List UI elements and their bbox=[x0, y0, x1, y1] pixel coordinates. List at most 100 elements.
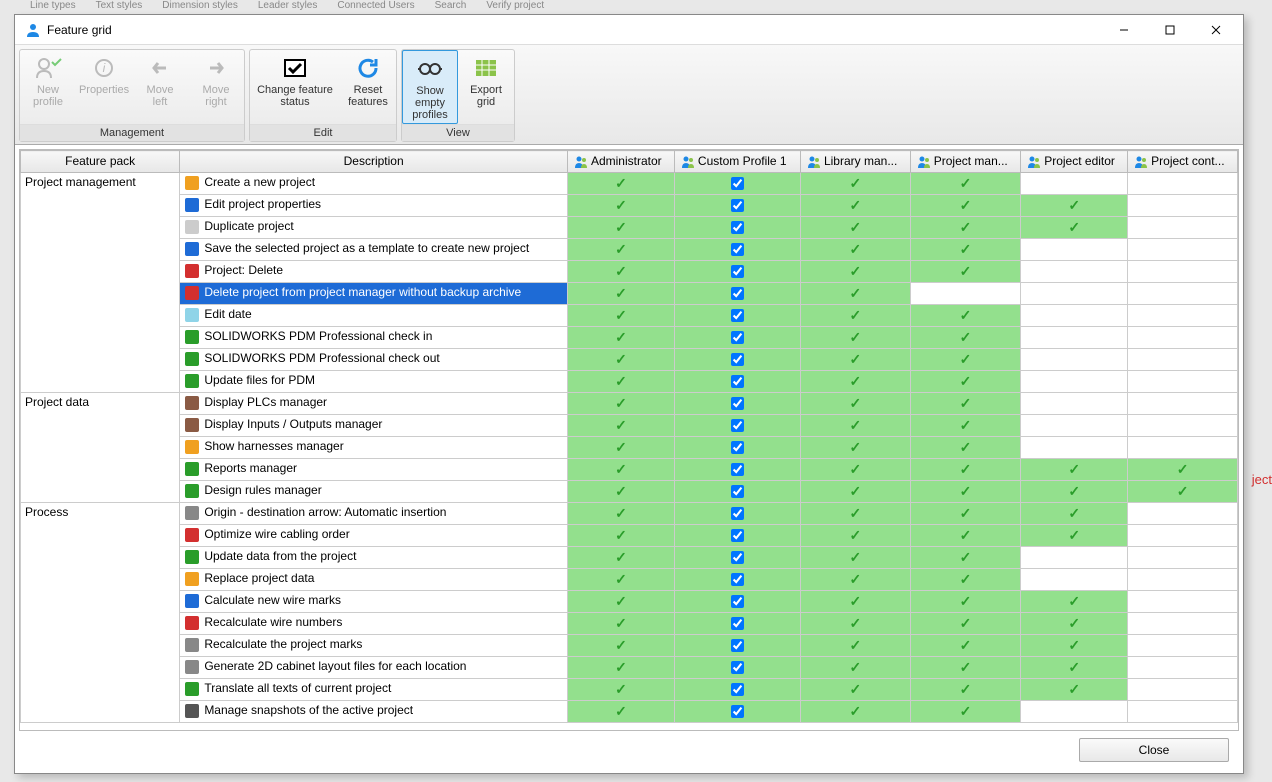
table-row[interactable]: Show harnesses manager✓✓✓ bbox=[21, 436, 1238, 458]
permission-cell[interactable] bbox=[1128, 260, 1238, 282]
permission-checkbox[interactable] bbox=[731, 661, 744, 674]
permission-cell[interactable] bbox=[674, 612, 800, 634]
permission-cell[interactable] bbox=[1128, 172, 1238, 194]
permission-cell[interactable] bbox=[674, 260, 800, 282]
table-row[interactable]: Calculate new wire marks✓✓✓✓ bbox=[21, 590, 1238, 612]
permission-cell[interactable]: ✓ bbox=[567, 458, 674, 480]
permission-checkbox[interactable] bbox=[731, 309, 744, 322]
description-cell[interactable]: Recalculate the project marks bbox=[180, 634, 568, 656]
close-window-button[interactable] bbox=[1193, 16, 1239, 44]
table-row[interactable]: Edit project properties✓✓✓✓ bbox=[21, 194, 1238, 216]
permission-cell[interactable] bbox=[674, 282, 800, 304]
permission-cell[interactable]: ✓ bbox=[800, 612, 910, 634]
permission-cell[interactable]: ✓ bbox=[910, 678, 1020, 700]
table-row[interactable]: Translate all texts of current project✓✓… bbox=[21, 678, 1238, 700]
permission-cell[interactable] bbox=[1128, 568, 1238, 590]
table-row[interactable]: Project: Delete✓✓✓ bbox=[21, 260, 1238, 282]
permission-cell[interactable]: ✓ bbox=[567, 282, 674, 304]
description-cell[interactable]: Show harnesses manager bbox=[180, 436, 568, 458]
permission-cell[interactable]: ✓ bbox=[1021, 480, 1128, 502]
description-cell[interactable]: SOLIDWORKS PDM Professional check out bbox=[180, 348, 568, 370]
table-row[interactable]: Update files for PDM✓✓✓ bbox=[21, 370, 1238, 392]
column-profile-3[interactable]: Project man... bbox=[910, 151, 1020, 173]
permission-cell[interactable]: ✓ bbox=[800, 656, 910, 678]
permission-cell[interactable] bbox=[1021, 282, 1128, 304]
permission-cell[interactable]: ✓ bbox=[567, 502, 674, 524]
permission-cell[interactable]: ✓ bbox=[910, 546, 1020, 568]
permission-cell[interactable]: ✓ bbox=[910, 326, 1020, 348]
permission-cell[interactable]: ✓ bbox=[800, 480, 910, 502]
description-cell[interactable]: Manage snapshots of the active project bbox=[180, 700, 568, 722]
permission-cell[interactable]: ✓ bbox=[910, 634, 1020, 656]
permission-cell[interactable] bbox=[1021, 348, 1128, 370]
table-row[interactable]: Edit date✓✓✓ bbox=[21, 304, 1238, 326]
permission-cell[interactable]: ✓ bbox=[567, 392, 674, 414]
permission-cell[interactable]: ✓ bbox=[800, 414, 910, 436]
permission-checkbox[interactable] bbox=[731, 397, 744, 410]
table-row[interactable]: Duplicate project✓✓✓✓ bbox=[21, 216, 1238, 238]
permission-cell[interactable] bbox=[1128, 700, 1238, 722]
permission-cell[interactable] bbox=[1128, 194, 1238, 216]
permission-cell[interactable]: ✓ bbox=[910, 414, 1020, 436]
permission-cell[interactable] bbox=[1128, 216, 1238, 238]
permission-cell[interactable]: ✓ bbox=[567, 546, 674, 568]
table-row[interactable]: Manage snapshots of the active project✓✓… bbox=[21, 700, 1238, 722]
permission-cell[interactable]: ✓ bbox=[567, 260, 674, 282]
permission-checkbox[interactable] bbox=[731, 485, 744, 498]
permission-cell[interactable]: ✓ bbox=[910, 590, 1020, 612]
table-row[interactable]: Generate 2D cabinet layout files for eac… bbox=[21, 656, 1238, 678]
permission-cell[interactable] bbox=[674, 480, 800, 502]
table-row[interactable]: Reports manager✓✓✓✓✓ bbox=[21, 458, 1238, 480]
permission-cell[interactable]: ✓ bbox=[800, 260, 910, 282]
permission-cell[interactable]: ✓ bbox=[1021, 634, 1128, 656]
permission-checkbox[interactable] bbox=[731, 287, 744, 300]
column-profile-1[interactable]: Custom Profile 1 bbox=[674, 151, 800, 173]
permission-cell[interactable]: ✓ bbox=[800, 634, 910, 656]
permission-cell[interactable]: ✓ bbox=[910, 348, 1020, 370]
permission-cell[interactable] bbox=[1128, 634, 1238, 656]
description-cell[interactable]: Project: Delete bbox=[180, 260, 568, 282]
permission-cell[interactable]: ✓ bbox=[910, 458, 1020, 480]
description-cell[interactable]: Update data from the project bbox=[180, 546, 568, 568]
permission-cell[interactable]: ✓ bbox=[910, 172, 1020, 194]
permission-cell[interactable] bbox=[674, 524, 800, 546]
description-cell[interactable]: Recalculate wire numbers bbox=[180, 612, 568, 634]
permission-cell[interactable]: ✓ bbox=[1021, 458, 1128, 480]
column-description[interactable]: Description bbox=[180, 151, 568, 173]
permission-cell[interactable]: ✓ bbox=[800, 590, 910, 612]
permission-checkbox[interactable] bbox=[731, 353, 744, 366]
permission-cell[interactable]: ✓ bbox=[800, 392, 910, 414]
table-row[interactable]: SOLIDWORKS PDM Professional check out✓✓✓ bbox=[21, 348, 1238, 370]
permission-checkbox[interactable] bbox=[731, 419, 744, 432]
permission-cell[interactable]: ✓ bbox=[1021, 194, 1128, 216]
permission-cell[interactable] bbox=[674, 348, 800, 370]
permission-cell[interactable] bbox=[674, 502, 800, 524]
table-row[interactable]: Display Inputs / Outputs manager✓✓✓ bbox=[21, 414, 1238, 436]
permission-cell[interactable] bbox=[674, 216, 800, 238]
permission-cell[interactable] bbox=[674, 634, 800, 656]
permission-cell[interactable] bbox=[1128, 238, 1238, 260]
permission-checkbox[interactable] bbox=[731, 617, 744, 630]
permission-cell[interactable]: ✓ bbox=[567, 612, 674, 634]
permission-cell[interactable] bbox=[1021, 436, 1128, 458]
column-profile-5[interactable]: Project cont... bbox=[1128, 151, 1238, 173]
description-cell[interactable]: Origin - destination arrow: Automatic in… bbox=[180, 502, 568, 524]
permission-cell[interactable]: ✓ bbox=[567, 524, 674, 546]
permission-checkbox[interactable] bbox=[731, 683, 744, 696]
description-cell[interactable]: SOLIDWORKS PDM Professional check in bbox=[180, 326, 568, 348]
permission-cell[interactable] bbox=[674, 194, 800, 216]
table-row[interactable]: Save the selected project as a template … bbox=[21, 238, 1238, 260]
description-cell[interactable]: Save the selected project as a template … bbox=[180, 238, 568, 260]
permission-cell[interactable] bbox=[1128, 656, 1238, 678]
description-cell[interactable]: Design rules manager bbox=[180, 480, 568, 502]
description-cell[interactable]: Update files for PDM bbox=[180, 370, 568, 392]
permission-cell[interactable]: ✓ bbox=[567, 436, 674, 458]
permission-cell[interactable]: ✓ bbox=[567, 700, 674, 722]
permission-cell[interactable] bbox=[910, 282, 1020, 304]
description-cell[interactable]: Edit project properties bbox=[180, 194, 568, 216]
permission-cell[interactable]: ✓ bbox=[567, 216, 674, 238]
permission-cell[interactable]: ✓ bbox=[910, 238, 1020, 260]
table-row[interactable]: ProcessOrigin - destination arrow: Autom… bbox=[21, 502, 1238, 524]
permission-cell[interactable]: ✓ bbox=[800, 700, 910, 722]
description-cell[interactable]: Display PLCs manager bbox=[180, 392, 568, 414]
